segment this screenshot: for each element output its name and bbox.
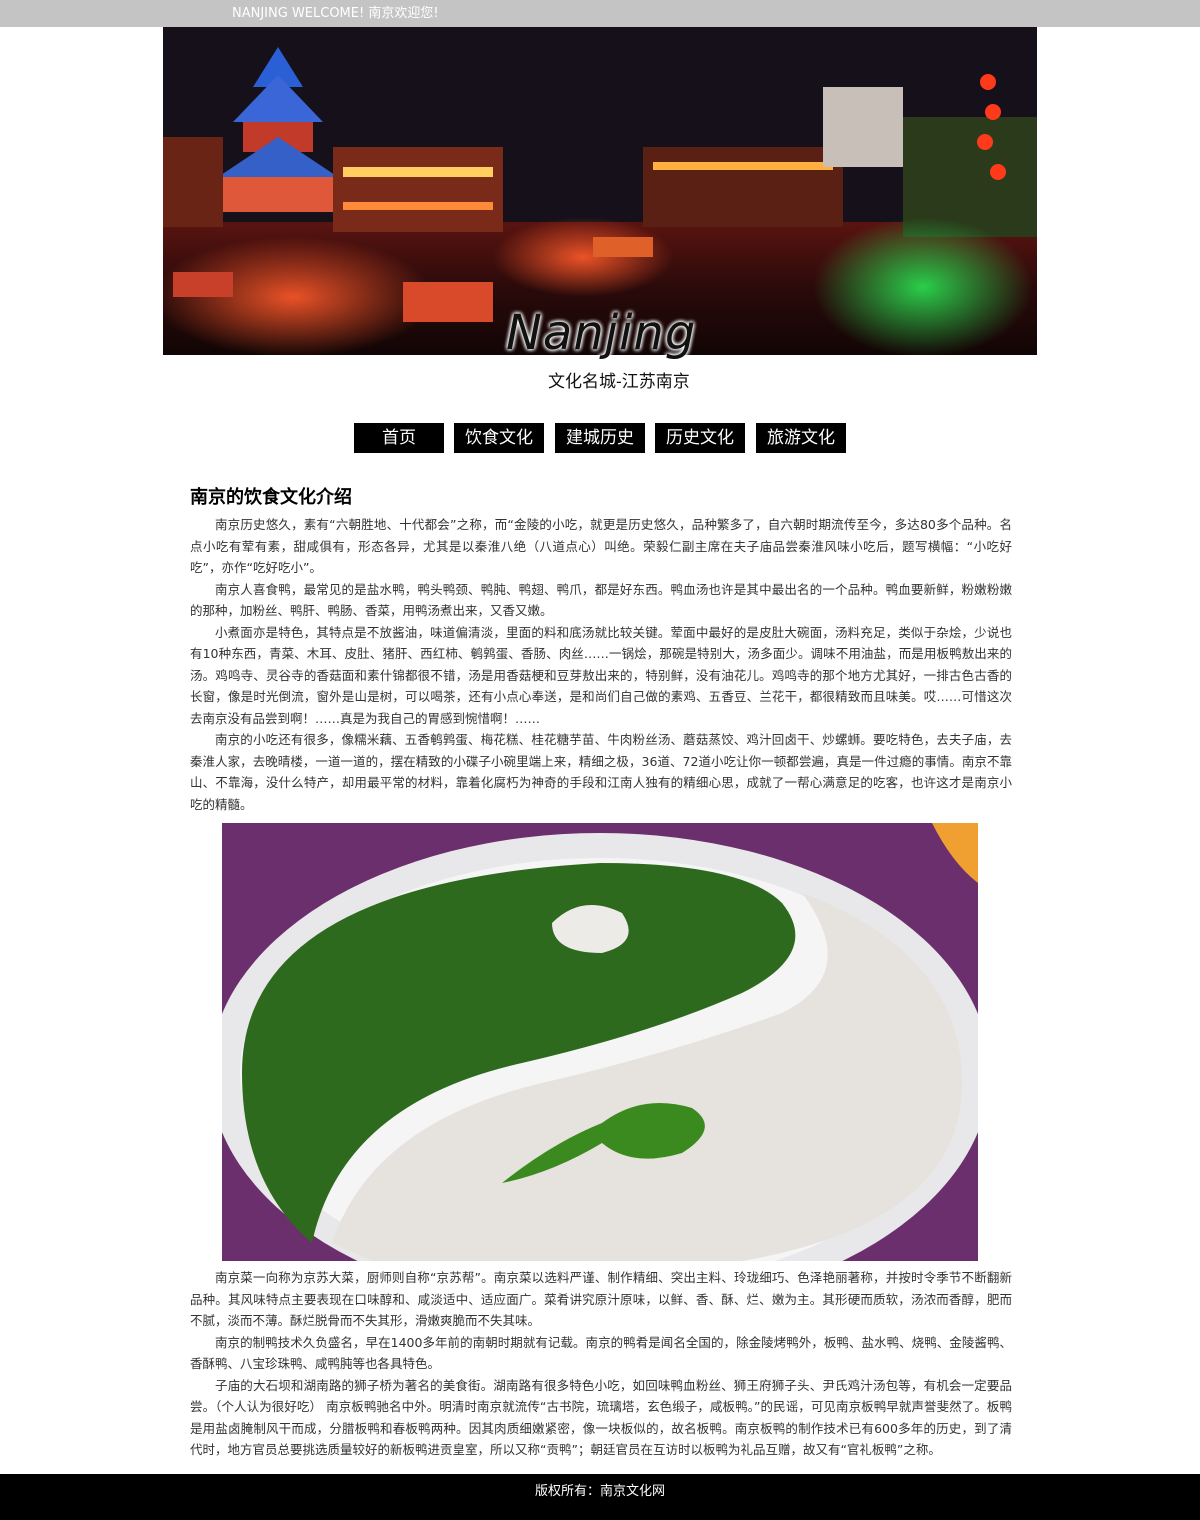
food-image [222,823,978,1261]
article-title: 南京的饮食文化介绍 [190,487,352,508]
logo-word: Nanjing [506,305,697,361]
copyright-text: 版权所有：南京文化网 [534,1484,665,1499]
footer: 版权所有：南京文化网 [0,1474,1200,1520]
article-paragraph: 南京的制鸭技术久负盛名，早在1400多年前的南朝时期就有记载。南京的鸭肴是闻名全… [190,1334,1012,1372]
nav-item-food-culture[interactable]: 饮食文化 [454,423,544,453]
article-paragraph: 南京菜一向称为京苏大菜，厨师则自称“京苏帮”。南京菜以选料严谨、制作精细、突出主… [190,1270,1012,1328]
top-welcome-bar: NANJING WELCOME! 南京欢迎您! [0,0,1200,27]
nav-item-travel-culture[interactable]: 旅游文化 [756,423,846,453]
article-paragraph: 南京人喜食鸭，最常见的是盐水鸭，鸭头鸭颈、鸭肫、鸭翅、鸭爪，都是好东西。鸭血汤也… [190,581,1012,619]
nav-item-history-culture[interactable]: 历史文化 [655,423,745,453]
site-logo: Nanjing 文化名城-江苏南京 [500,305,720,395]
article-paragraph: 南京历史悠久，素有“六朝胜地、十代都会”之称，而“金陵的小吃，就更是历史悠久，品… [190,517,1012,575]
article-paragraph: 小煮面亦是特色，其特点是不放酱油，味道偏清淡，里面的料和底汤就比较关键。荤面中最… [190,624,1012,726]
article-paragraph: 子庙的大石坝和湖南路的狮子桥为著名的美食街。湖南路有很多特色小吃，如回味鸭血粉丝… [190,1377,1012,1458]
article-paragraph: 南京的小吃还有很多，像糯米藕、五香鹌鹑蛋、梅花糕、桂花糖芋苗、牛肉粉丝汤、蘑菇蒸… [190,732,1012,812]
welcome-text: NANJING WELCOME! 南京欢迎您! [232,6,439,21]
logo-subtitle: 文化名城-江苏南京 [548,372,690,392]
nav-item-city-history[interactable]: 建城历史 [555,423,645,453]
article: 南京的饮食文化介绍 南京历史悠久，素有“六朝胜地、十代都会”之称，而“金陵的小吃… [190,486,1012,1461]
nav-item-home[interactable]: 首页 [354,423,444,453]
